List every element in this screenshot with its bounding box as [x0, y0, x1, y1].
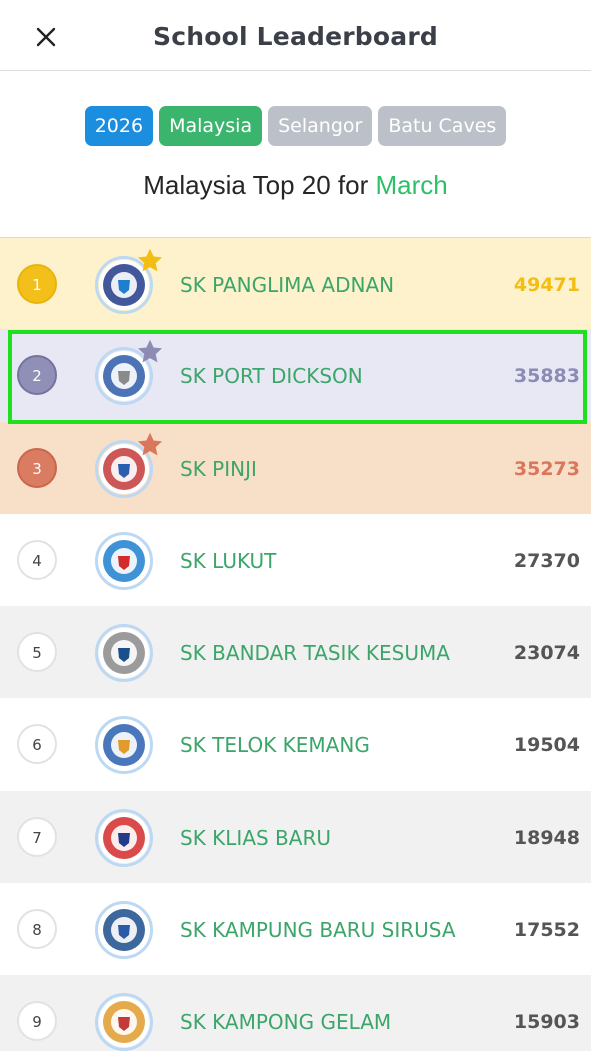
- school-score: 18948: [513, 826, 580, 849]
- rank-badge: 4: [17, 539, 57, 580]
- leaderboard-row[interactable]: 7 SK KLIAS BARU 18948: [0, 790, 591, 884]
- school-crest-icon: [95, 340, 163, 406]
- school-name: SK PORT DICKSON: [180, 364, 363, 389]
- rank-badge: 5: [17, 632, 57, 673]
- rank-badge: 8: [17, 909, 57, 950]
- leaderboard-row[interactable]: 3 SK PINJI 35273: [0, 421, 591, 514]
- school-crest-icon: [95, 531, 153, 590]
- school-name: SK LUKUT: [180, 548, 277, 573]
- rank-badge: 1: [17, 264, 57, 304]
- school-name: SK KAMPONG GELAM: [180, 1010, 392, 1035]
- school-score: 35883: [513, 365, 580, 388]
- app-header: School Leaderboard: [0, 0, 591, 71]
- subtitle-prefix: Malaysia Top 20 for: [143, 170, 369, 200]
- school-crest-icon: [95, 248, 163, 314]
- school-score: 15903: [513, 1011, 580, 1034]
- leaderboard-row[interactable]: 5 SK BANDAR TASIK KESUMA 23074: [0, 606, 591, 699]
- rank-badge: 9: [17, 1001, 57, 1042]
- leaderboard-row[interactable]: 6 SK TELOK KEMANG 19504: [0, 698, 591, 791]
- filter-chip-country[interactable]: Malaysia: [159, 106, 263, 146]
- leaderboard-subtitle: Malaysia Top 20 for March: [0, 170, 591, 201]
- school-name: SK TELOK KEMANG: [180, 733, 370, 758]
- rank-badge: 3: [17, 447, 57, 488]
- leaderboard-row[interactable]: 9 SK KAMPONG GELAM 15903: [0, 975, 591, 1051]
- school-name: SK KLIAS BARU: [180, 825, 331, 850]
- leaderboard-row[interactable]: 8 SK KAMPUNG BARU SIRUSA 17552: [0, 883, 591, 976]
- leaderboard-row[interactable]: 4 SK LUKUT 27370: [0, 513, 591, 607]
- school-crest-icon: [95, 624, 153, 683]
- star-icon: [137, 340, 163, 363]
- page-title: School Leaderboard: [153, 22, 438, 51]
- school-name: SK PANGLIMA ADNAN: [180, 273, 395, 297]
- school-score: 23074: [513, 642, 580, 665]
- school-score: 49471: [513, 274, 580, 296]
- school-score: 17552: [513, 919, 580, 942]
- filter-chip-state[interactable]: Selangor: [268, 106, 373, 146]
- school-name: SK PINJI: [180, 456, 257, 481]
- star-icon: [137, 432, 163, 455]
- filter-chips: 2026 Malaysia Selangor Batu Caves: [0, 106, 591, 146]
- leaderboard-list: 1 SK PANGLIMA ADNAN 49471 2 SK PORT DICKSON 3…: [0, 237, 591, 1051]
- school-crest-icon: [95, 993, 153, 1051]
- star-icon: [137, 248, 163, 272]
- school-score: 35273: [513, 457, 580, 480]
- school-score: 27370: [513, 549, 580, 572]
- school-crest-icon: [95, 901, 153, 960]
- rank-badge: 2: [17, 355, 57, 396]
- filter-chip-area[interactable]: Batu Caves: [378, 106, 507, 146]
- subtitle-month: March: [375, 170, 448, 200]
- school-score: 19504: [513, 734, 580, 757]
- school-crest-icon: [95, 432, 163, 498]
- rank-badge: 7: [17, 816, 57, 857]
- filter-chip-year[interactable]: 2026: [84, 106, 154, 146]
- school-crest-icon: [95, 716, 153, 775]
- school-crest-icon: [95, 808, 153, 867]
- rank-badge: 6: [17, 724, 57, 765]
- leaderboard-row[interactable]: 1 SK PANGLIMA ADNAN 49471: [0, 237, 591, 330]
- leaderboard-row[interactable]: 2 SK PORT DICKSON 35883: [0, 329, 591, 422]
- school-name: SK KAMPUNG BARU SIRUSA: [180, 918, 456, 943]
- school-name: SK BANDAR TASIK KESUMA: [180, 641, 450, 666]
